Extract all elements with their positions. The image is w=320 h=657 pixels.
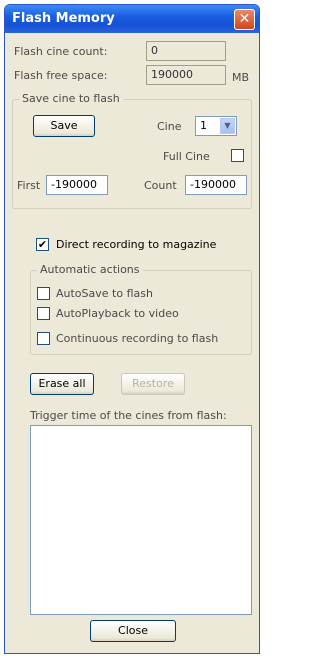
trigger-time-label: Trigger time of the cines from flash: — [30, 409, 227, 422]
direct-recording-checkbox[interactable]: ✔ — [36, 238, 49, 251]
chevron-down-icon: ▼ — [220, 118, 235, 134]
continuous-recording-checkbox[interactable] — [37, 332, 50, 345]
count-label: Count — [144, 179, 177, 192]
autoplayback-checkbox[interactable] — [37, 307, 50, 320]
window-title: Flash Memory — [12, 11, 115, 26]
autosave-label: AutoSave to flash — [56, 287, 153, 300]
close-window-button[interactable]: ✕ — [234, 9, 255, 30]
free-space-label: Flash free space: — [14, 69, 108, 82]
direct-recording-label: Direct recording to magazine — [56, 238, 217, 251]
title-bar[interactable]: Flash Memory ✕ — [5, 5, 259, 33]
flash-memory-window: Flash Memory ✕ Flash cine count: 0 Flash… — [4, 4, 260, 654]
cine-select[interactable]: 1 ▼ — [195, 116, 237, 136]
free-space-unit: MB — [232, 71, 250, 84]
full-cine-label: Full Cine — [163, 150, 210, 163]
save-cine-group-title: Save cine to flash — [19, 92, 123, 105]
autosave-checkbox[interactable] — [37, 287, 50, 300]
dialog-body: Flash cine count: 0 Flash free space: 19… — [8, 33, 256, 651]
first-input[interactable]: -190000 — [46, 175, 108, 195]
close-button[interactable]: Close — [90, 620, 176, 642]
count-input[interactable]: -190000 — [185, 175, 247, 195]
full-cine-checkbox[interactable] — [231, 149, 244, 162]
save-button[interactable]: Save — [33, 115, 95, 137]
cine-select-value: 1 — [200, 119, 207, 132]
restore-button[interactable]: Restore — [121, 373, 185, 395]
trigger-time-list[interactable] — [30, 425, 252, 615]
cine-label: Cine — [157, 120, 182, 133]
first-label: First — [17, 179, 41, 192]
cine-count-label: Flash cine count: — [14, 45, 108, 58]
continuous-recording-label: Continuous recording to flash — [56, 332, 219, 345]
automatic-actions-group: Automatic actions AutoSave to flash Auto… — [30, 263, 252, 355]
autoplayback-label: AutoPlayback to video — [56, 307, 179, 320]
free-space-field: 190000 — [146, 65, 226, 85]
erase-all-button[interactable]: Erase all — [30, 373, 94, 395]
cine-count-field: 0 — [146, 41, 226, 61]
save-cine-group: Save cine to flash Save Cine 1 ▼ Full Ci… — [12, 92, 252, 209]
automatic-actions-title: Automatic actions — [37, 263, 143, 276]
